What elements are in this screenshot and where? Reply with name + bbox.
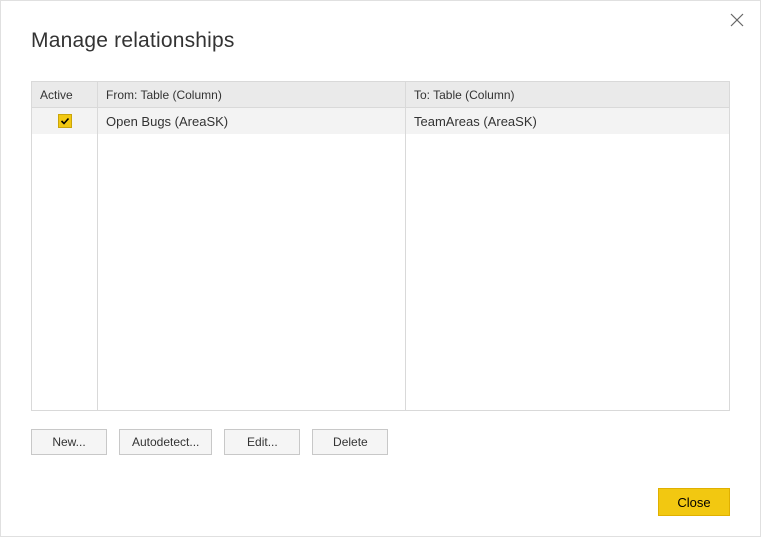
new-button[interactable]: New... — [31, 429, 107, 455]
delete-button[interactable]: Delete — [312, 429, 388, 455]
dialog-footer: Close — [658, 488, 730, 516]
action-buttons: New... Autodetect... Edit... Delete — [31, 429, 730, 455]
table-row-from-cell[interactable]: Open Bugs (AreaSK) — [98, 108, 405, 134]
table-row-to-cell[interactable]: TeamAreas (AreaSK) — [406, 108, 729, 134]
header-from[interactable]: From: Table (Column) — [98, 82, 406, 107]
active-checkbox[interactable] — [58, 114, 72, 128]
table-header-row: Active From: Table (Column) To: Table (C… — [32, 82, 729, 108]
close-icon[interactable] — [728, 11, 746, 29]
column-to: TeamAreas (AreaSK) — [406, 108, 729, 410]
close-button[interactable]: Close — [658, 488, 730, 516]
table-body: Open Bugs (AreaSK) TeamAreas (AreaSK) — [32, 108, 729, 410]
column-from: Open Bugs (AreaSK) — [98, 108, 406, 410]
relationships-table: Active From: Table (Column) To: Table (C… — [31, 81, 730, 411]
edit-button[interactable]: Edit... — [224, 429, 300, 455]
dialog-title: Manage relationships — [31, 29, 760, 53]
header-to[interactable]: To: Table (Column) — [406, 82, 729, 107]
table-row-active-cell[interactable] — [32, 108, 97, 134]
column-active — [32, 108, 98, 410]
manage-relationships-dialog: Manage relationships Active From: Table … — [0, 0, 761, 537]
autodetect-button[interactable]: Autodetect... — [119, 429, 212, 455]
header-active[interactable]: Active — [32, 82, 98, 107]
